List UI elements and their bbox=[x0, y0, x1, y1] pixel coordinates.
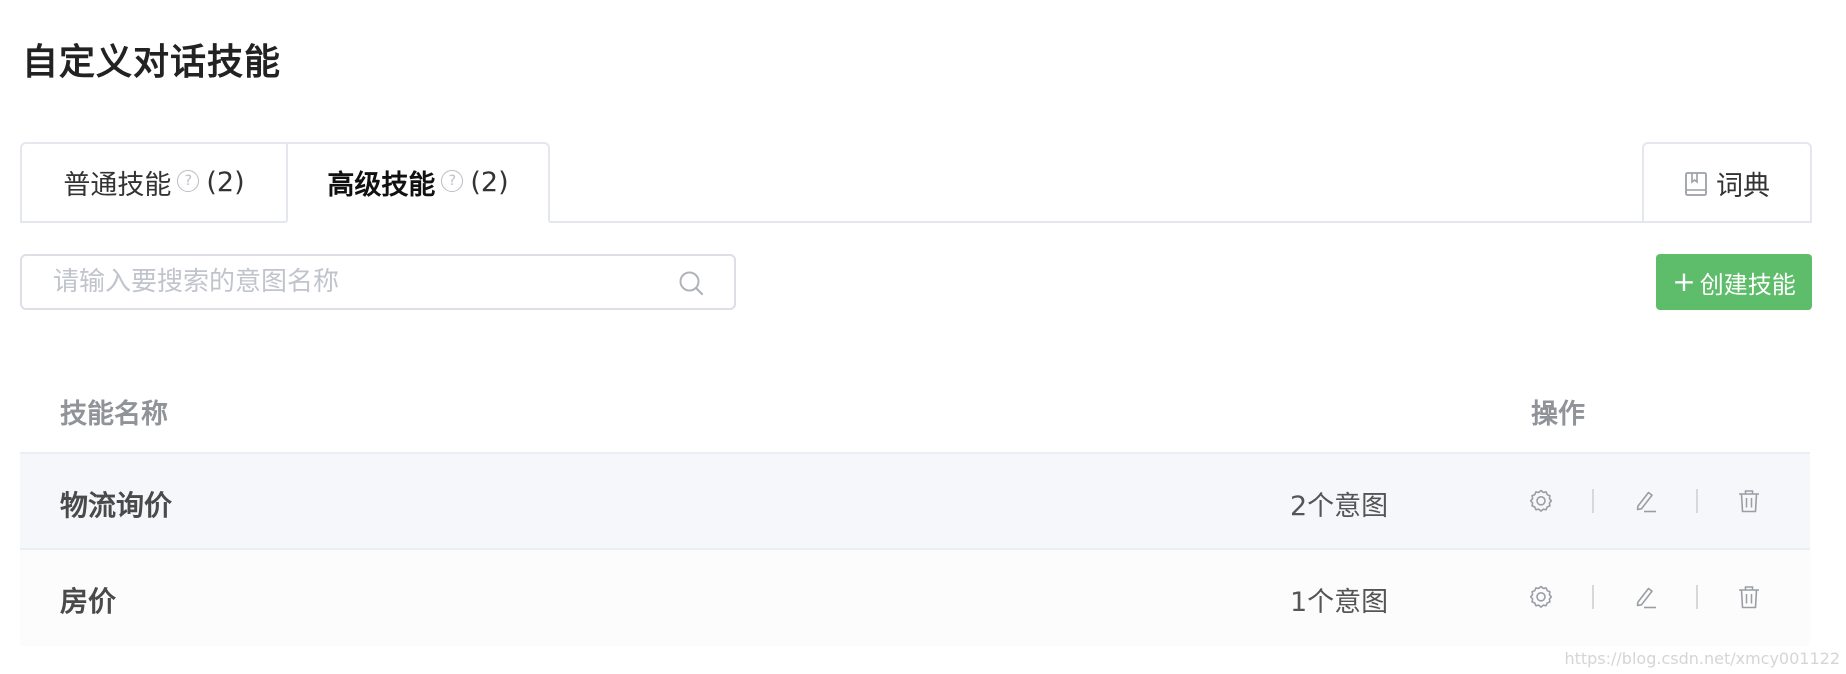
tab-normal-skills[interactable]: 普通技能 ? (2) bbox=[20, 142, 286, 223]
dictionary-tab[interactable]: 词典 bbox=[1642, 142, 1812, 223]
page: 自定义对话技能 普通技能 ? (2) 高级技能 ? (2) 词典 请输入要搜索的… bbox=[0, 0, 1846, 674]
action-divider bbox=[1592, 489, 1594, 513]
row-actions bbox=[1528, 579, 1762, 615]
tabs-bar: 普通技能 ? (2) 高级技能 ? (2) 词典 bbox=[20, 142, 1812, 223]
skills-table: 技能名称 操作 物流询价 2个意图 房价 1个意图 bbox=[20, 360, 1810, 646]
table-row[interactable]: 房价 1个意图 bbox=[20, 550, 1810, 646]
intent-count: 1个意图 bbox=[1290, 587, 1389, 618]
tab-normal-skills-count: (2) bbox=[206, 167, 245, 198]
action-divider bbox=[1696, 489, 1698, 513]
create-skill-label: 创建技能 bbox=[1699, 270, 1796, 299]
help-icon[interactable]: ? bbox=[177, 169, 200, 192]
table-header: 技能名称 操作 bbox=[20, 360, 1810, 454]
page-title: 自定义对话技能 bbox=[22, 42, 282, 83]
table-row[interactable]: 物流询价 2个意图 bbox=[20, 454, 1810, 550]
book-icon bbox=[1685, 171, 1707, 196]
column-header-name: 技能名称 bbox=[60, 399, 168, 430]
tab-advanced-skills-label: 高级技能 bbox=[327, 170, 436, 201]
watermark: https://blog.csdn.net/xmcy001122 bbox=[1564, 649, 1840, 668]
settings-icon[interactable] bbox=[1528, 488, 1554, 514]
action-divider bbox=[1696, 585, 1698, 609]
create-skill-button[interactable]: + 创建技能 bbox=[1656, 254, 1812, 310]
row-actions bbox=[1528, 483, 1762, 519]
settings-icon[interactable] bbox=[1528, 584, 1554, 610]
plus-icon: + bbox=[1672, 265, 1696, 298]
tab-normal-skills-label: 普通技能 bbox=[63, 170, 172, 201]
help-icon[interactable]: ? bbox=[441, 169, 464, 192]
edit-icon[interactable] bbox=[1632, 584, 1658, 610]
dictionary-label: 词典 bbox=[1716, 171, 1770, 202]
tab-advanced-skills-count: (2) bbox=[470, 167, 509, 198]
skill-name: 物流询价 bbox=[60, 489, 173, 522]
delete-icon[interactable] bbox=[1736, 584, 1762, 610]
action-divider bbox=[1592, 585, 1594, 609]
edit-icon[interactable] bbox=[1632, 488, 1658, 514]
tab-advanced-skills[interactable]: 高级技能 ? (2) bbox=[286, 142, 550, 223]
search-input[interactable] bbox=[22, 256, 734, 308]
delete-icon[interactable] bbox=[1736, 488, 1762, 514]
skill-name: 房价 bbox=[60, 585, 117, 618]
search-icon[interactable] bbox=[678, 270, 704, 296]
column-header-operations: 操作 bbox=[1531, 399, 1585, 430]
intent-count: 2个意图 bbox=[1290, 491, 1389, 522]
search-box bbox=[20, 254, 736, 310]
